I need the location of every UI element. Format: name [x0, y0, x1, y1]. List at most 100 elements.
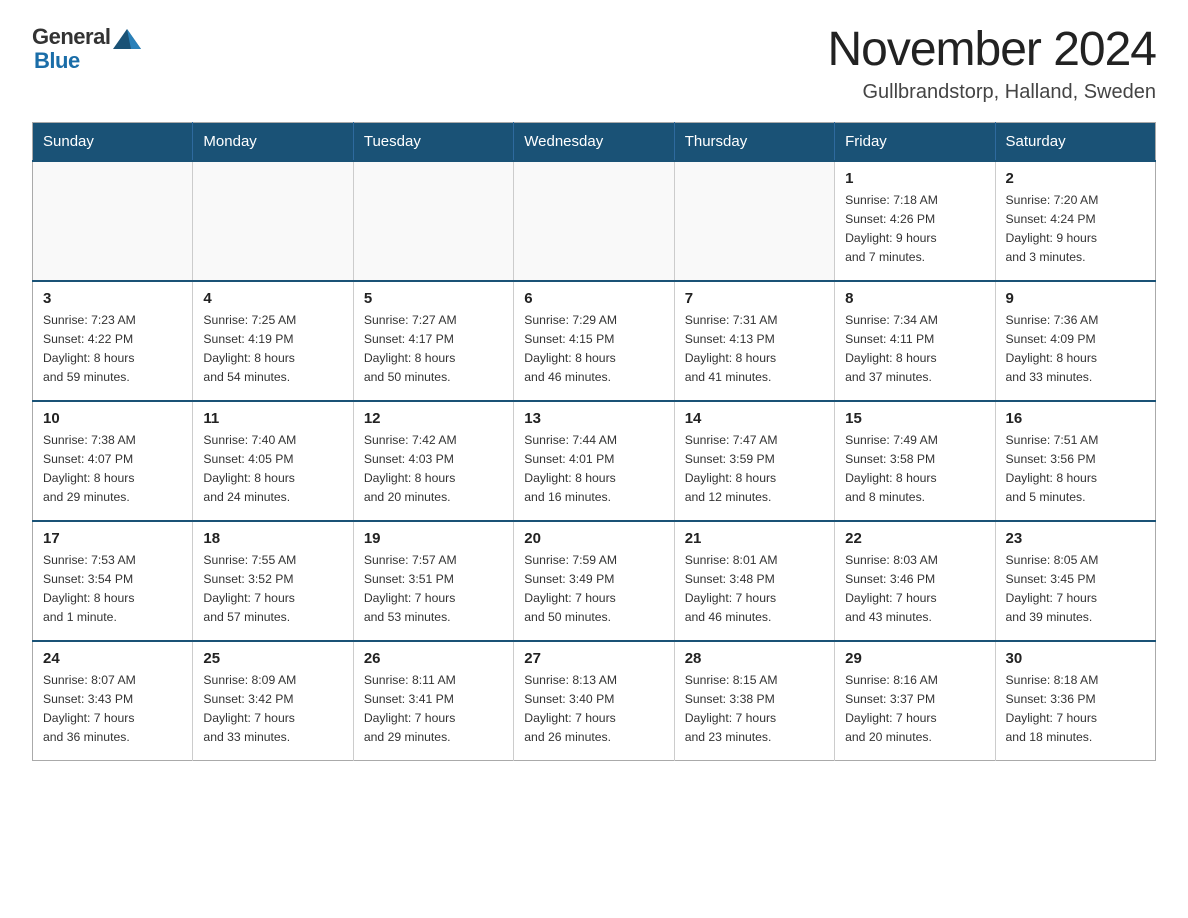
calendar-cell: 17Sunrise: 7:53 AMSunset: 3:54 PMDayligh…: [33, 521, 193, 641]
calendar-week-row: 3 Sunrise: 7:23 AMSunset: 4:22 PMDaylight…: [33, 281, 1156, 401]
day-info: Sunrise: 8:09 AMSunset: 3:42 PMDaylight:…: [203, 671, 342, 747]
month-title: November 2024: [827, 24, 1156, 77]
day-number: 18: [203, 530, 342, 547]
location-title: Gullbrandstorp, Halland, Sweden: [827, 81, 1156, 104]
calendar-week-row: 10 Sunrise: 7:38 AMSunset: 4:07 PMDayligh…: [33, 401, 1156, 521]
day-number: 9: [1006, 290, 1145, 307]
day-info: Sunrise: 8:16 AMSunset: 3:37 PMDaylight:…: [845, 671, 984, 747]
calendar-cell: [674, 161, 834, 281]
day-number: 7: [685, 290, 824, 307]
day-info: Sunrise: 8:05 AMSunset: 3:45 PMDaylight:…: [1006, 551, 1145, 627]
calendar-cell: [193, 161, 353, 281]
day-number: 28: [685, 650, 824, 667]
logo-blue-text: Blue: [34, 48, 80, 74]
day-info: Sunrise: 7:55 AMSunset: 3:52 PMDaylight:…: [203, 551, 342, 627]
day-number: 11: [203, 410, 342, 427]
page-header: General Blue November 2024 Gullbrandstor…: [32, 24, 1156, 104]
day-info: Sunrise: 8:15 AMSunset: 3:38 PMDaylight:…: [685, 671, 824, 747]
day-info: Sunrise: 7:31 AMSunset: 4:13 PMDaylight:…: [685, 311, 824, 387]
day-info: Sunrise: 8:13 AMSunset: 3:40 PMDaylight:…: [524, 671, 663, 747]
day-number: 15: [845, 410, 984, 427]
day-info: Sunrise: 8:01 AMSunset: 3:48 PMDaylight:…: [685, 551, 824, 627]
calendar-cell: 1 Sunrise: 7:18 AMSunset: 4:26 PMDaylight…: [835, 161, 995, 281]
weekday-header-wednesday: Wednesday: [514, 122, 674, 161]
weekday-header-row: SundayMondayTuesdayWednesdayThursdayFrid…: [33, 122, 1156, 161]
calendar-cell: 8Sunrise: 7:34 AMSunset: 4:11 PMDaylight…: [835, 281, 995, 401]
title-block: November 2024 Gullbrandstorp, Halland, S…: [827, 24, 1156, 104]
day-number: 23: [1006, 530, 1145, 547]
day-number: 22: [845, 530, 984, 547]
calendar-cell: 7 Sunrise: 7:31 AMSunset: 4:13 PMDaylight…: [674, 281, 834, 401]
day-number: 20: [524, 530, 663, 547]
calendar-cell: [514, 161, 674, 281]
day-info: Sunrise: 8:11 AMSunset: 3:41 PMDaylight:…: [364, 671, 503, 747]
weekday-header-thursday: Thursday: [674, 122, 834, 161]
calendar-cell: 26Sunrise: 8:11 AMSunset: 3:41 PMDayligh…: [353, 641, 513, 761]
day-info: Sunrise: 7:47 AMSunset: 3:59 PMDaylight:…: [685, 431, 824, 507]
day-info: Sunrise: 7:40 AMSunset: 4:05 PMDaylight:…: [203, 431, 342, 507]
day-number: 21: [685, 530, 824, 547]
day-info: Sunrise: 7:36 AMSunset: 4:09 PMDaylight:…: [1006, 311, 1145, 387]
day-info: Sunrise: 7:53 AMSunset: 3:54 PMDaylight:…: [43, 551, 182, 627]
day-info: Sunrise: 7:20 AMSunset: 4:24 PMDaylight:…: [1006, 191, 1145, 267]
day-number: 30: [1006, 650, 1145, 667]
day-number: 12: [364, 410, 503, 427]
day-number: 3: [43, 290, 182, 307]
weekday-header-monday: Monday: [193, 122, 353, 161]
weekday-header-sunday: Sunday: [33, 122, 193, 161]
calendar-cell: 12 Sunrise: 7:42 AMSunset: 4:03 PMDayligh…: [353, 401, 513, 521]
logo-mountain-icon: [113, 27, 141, 49]
day-info: Sunrise: 8:03 AMSunset: 3:46 PMDaylight:…: [845, 551, 984, 627]
calendar-cell: 5 Sunrise: 7:27 AMSunset: 4:17 PMDaylight…: [353, 281, 513, 401]
calendar-cell: 10 Sunrise: 7:38 AMSunset: 4:07 PMDayligh…: [33, 401, 193, 521]
calendar-cell: 3 Sunrise: 7:23 AMSunset: 4:22 PMDaylight…: [33, 281, 193, 401]
day-info: Sunrise: 8:18 AMSunset: 3:36 PMDaylight:…: [1006, 671, 1145, 747]
day-number: 1: [845, 170, 984, 187]
day-info: Sunrise: 7:38 AMSunset: 4:07 PMDaylight:…: [43, 431, 182, 507]
day-info: Sunrise: 7:29 AMSunset: 4:15 PMDaylight:…: [524, 311, 663, 387]
day-number: 25: [203, 650, 342, 667]
calendar-week-row: 24 Sunrise: 8:07 AMSunset: 3:43 PMDayligh…: [33, 641, 1156, 761]
day-number: 14: [685, 410, 824, 427]
day-info: Sunrise: 7:42 AMSunset: 4:03 PMDaylight:…: [364, 431, 503, 507]
day-number: 24: [43, 650, 182, 667]
day-info: Sunrise: 7:23 AMSunset: 4:22 PMDaylight:…: [43, 311, 182, 387]
calendar-cell: 23 Sunrise: 8:05 AMSunset: 3:45 PMDayligh…: [995, 521, 1155, 641]
calendar-cell: 4 Sunrise: 7:25 AMSunset: 4:19 PMDaylight…: [193, 281, 353, 401]
day-info: Sunrise: 7:44 AMSunset: 4:01 PMDaylight:…: [524, 431, 663, 507]
calendar-cell: [353, 161, 513, 281]
calendar-table: SundayMondayTuesdayWednesdayThursdayFrid…: [32, 122, 1156, 762]
day-number: 16: [1006, 410, 1145, 427]
day-number: 2: [1006, 170, 1145, 187]
calendar-cell: 18 Sunrise: 7:55 AMSunset: 3:52 PMDayligh…: [193, 521, 353, 641]
day-number: 19: [364, 530, 503, 547]
day-number: 10: [43, 410, 182, 427]
calendar-cell: 19 Sunrise: 7:57 AMSunset: 3:51 PMDayligh…: [353, 521, 513, 641]
calendar-week-row: 17Sunrise: 7:53 AMSunset: 3:54 PMDayligh…: [33, 521, 1156, 641]
day-number: 5: [364, 290, 503, 307]
logo: General Blue: [32, 24, 141, 74]
day-number: 4: [203, 290, 342, 307]
calendar-cell: 20 Sunrise: 7:59 AMSunset: 3:49 PMDayligh…: [514, 521, 674, 641]
calendar-cell: 22 Sunrise: 8:03 AMSunset: 3:46 PMDayligh…: [835, 521, 995, 641]
weekday-header-saturday: Saturday: [995, 122, 1155, 161]
day-info: Sunrise: 7:57 AMSunset: 3:51 PMDaylight:…: [364, 551, 503, 627]
calendar-cell: 15Sunrise: 7:49 AMSunset: 3:58 PMDayligh…: [835, 401, 995, 521]
calendar-cell: 30 Sunrise: 8:18 AMSunset: 3:36 PMDayligh…: [995, 641, 1155, 761]
calendar-cell: 11 Sunrise: 7:40 AMSunset: 4:05 PMDayligh…: [193, 401, 353, 521]
day-number: 29: [845, 650, 984, 667]
calendar-cell: 14 Sunrise: 7:47 AMSunset: 3:59 PMDayligh…: [674, 401, 834, 521]
calendar-cell: 13Sunrise: 7:44 AMSunset: 4:01 PMDayligh…: [514, 401, 674, 521]
calendar-cell: 28 Sunrise: 8:15 AMSunset: 3:38 PMDayligh…: [674, 641, 834, 761]
calendar-cell: 27Sunrise: 8:13 AMSunset: 3:40 PMDayligh…: [514, 641, 674, 761]
day-info: Sunrise: 7:27 AMSunset: 4:17 PMDaylight:…: [364, 311, 503, 387]
day-info: Sunrise: 8:07 AMSunset: 3:43 PMDaylight:…: [43, 671, 182, 747]
day-number: 8: [845, 290, 984, 307]
day-info: Sunrise: 7:18 AMSunset: 4:26 PMDaylight:…: [845, 191, 984, 267]
calendar-cell: 2 Sunrise: 7:20 AMSunset: 4:24 PMDaylight…: [995, 161, 1155, 281]
day-info: Sunrise: 7:25 AMSunset: 4:19 PMDaylight:…: [203, 311, 342, 387]
logo-general-text: General: [32, 24, 110, 50]
day-info: Sunrise: 7:59 AMSunset: 3:49 PMDaylight:…: [524, 551, 663, 627]
calendar-cell: 16Sunrise: 7:51 AMSunset: 3:56 PMDayligh…: [995, 401, 1155, 521]
weekday-header-friday: Friday: [835, 122, 995, 161]
